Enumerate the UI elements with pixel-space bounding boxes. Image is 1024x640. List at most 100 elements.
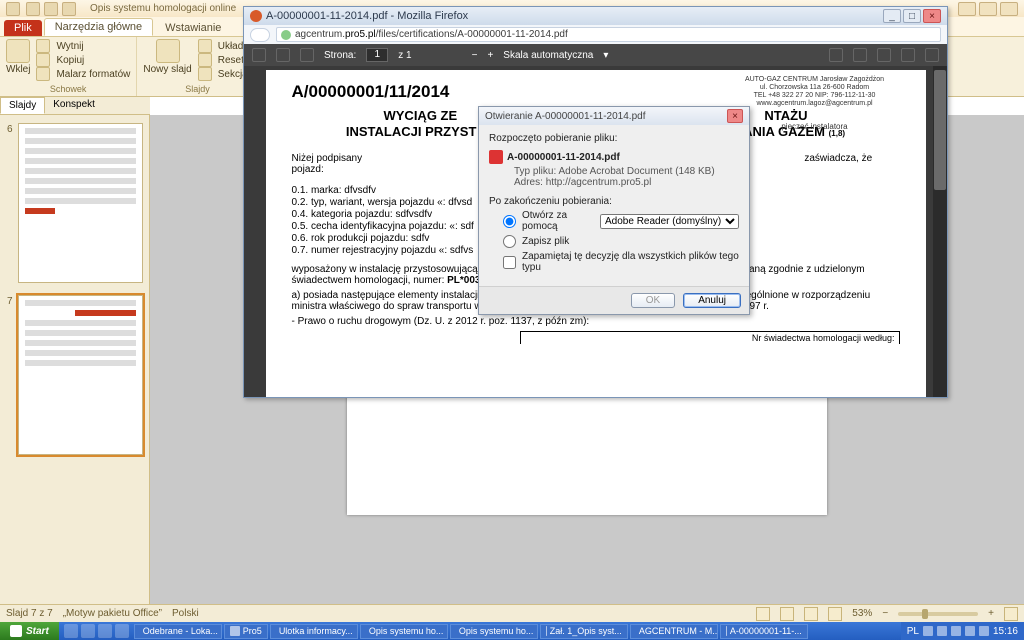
tray-icon[interactable] <box>979 626 989 636</box>
format-painter-icon <box>36 67 50 81</box>
task-button[interactable]: Opis systemu ho... <box>360 624 448 639</box>
firefox-title-text: A-00000001-11-2014.pdf - Mozilla Firefox <box>266 10 468 22</box>
windows-taskbar: Start Odebrane - Loka... Pro5 Ulotka inf… <box>0 622 1024 640</box>
pdf-zoom-out-button[interactable]: − <box>472 50 478 61</box>
pdf-prev-page-icon[interactable] <box>276 48 290 62</box>
tray-lang[interactable]: PL <box>907 626 919 637</box>
dialog-titlebar[interactable]: Otwieranie A-00000001-11-2014.pdf × <box>479 107 749 125</box>
section-icon <box>198 67 212 81</box>
app-icon <box>546 626 547 636</box>
zoom-out-button[interactable]: − <box>882 608 888 619</box>
save-file-radio[interactable]: Zapisz plik <box>503 235 739 248</box>
tray-icon[interactable] <box>937 626 947 636</box>
reset-icon <box>198 53 212 67</box>
ppt-close-icon[interactable] <box>1000 2 1018 16</box>
status-slide-count: Slajd 7 z 7 <box>6 608 53 619</box>
qat-redo-icon[interactable] <box>62 2 76 16</box>
qat-save-icon[interactable] <box>26 2 40 16</box>
view-normal-icon[interactable] <box>756 607 770 621</box>
cut-button[interactable]: Wytnij <box>36 39 130 53</box>
tray-clock[interactable]: 15:16 <box>993 626 1018 637</box>
task-button[interactable]: Pro5 <box>224 624 268 639</box>
task-button[interactable]: Zał. 1_Opis syst... <box>540 624 628 639</box>
qat-undo-icon[interactable] <box>44 2 58 16</box>
dialog-title-text: Otwieranie A-00000001-11-2014.pdf <box>485 111 645 122</box>
view-reading-icon[interactable] <box>804 607 818 621</box>
task-button[interactable]: AGCENTRUM - M... <box>630 624 718 639</box>
pdf-page-label: Strona: <box>324 50 356 61</box>
paste-button[interactable]: Wklej <box>6 39 30 81</box>
zoom-percent[interactable]: 53% <box>852 608 872 619</box>
new-slide-icon <box>156 39 180 63</box>
pdf-file-icon <box>489 150 503 164</box>
download-filename: A-00000001-11-2014.pdf <box>507 152 620 163</box>
status-language[interactable]: Polski <box>172 608 199 619</box>
tab-file[interactable]: Plik <box>4 20 42 36</box>
view-slideshow-icon[interactable] <box>828 607 842 621</box>
slide-thumb-6[interactable]: 6 <box>18 123 143 283</box>
pdf-zoom-in-button[interactable]: + <box>487 50 493 61</box>
pdf-tools-icon[interactable] <box>925 48 939 62</box>
open-with-radio[interactable]: Otwórz za pomocą Adobe Reader (domyślny) <box>503 210 739 232</box>
group-slides-label: Slajdy <box>143 84 251 94</box>
panel-tab-slides[interactable]: Slajdy <box>0 97 45 114</box>
ppt-maximize-icon[interactable] <box>979 2 997 16</box>
pdf-sidebar-toggle-icon[interactable] <box>252 48 266 62</box>
app-icon <box>726 626 727 636</box>
new-slide-button[interactable]: Nowy slajd <box>143 39 191 81</box>
view-sorter-icon[interactable] <box>780 607 794 621</box>
task-button[interactable]: Ulotka informacy... <box>270 624 358 639</box>
pdf-zoom-mode[interactable]: Skala automatyczna <box>503 50 593 61</box>
url-bar[interactable]: agcentrum.pro5.pl/files/certifications/A… <box>276 27 941 42</box>
pdf-presentation-icon[interactable] <box>829 48 843 62</box>
pdf-page-of: z 1 <box>398 50 411 61</box>
ql-icon[interactable] <box>115 624 129 638</box>
open-with-app-select[interactable]: Adobe Reader (domyślny) <box>600 214 739 229</box>
pdf-page-input[interactable]: 1 <box>366 48 388 62</box>
fit-to-window-icon[interactable] <box>1004 607 1018 621</box>
copy-icon <box>36 53 50 67</box>
pdf-scroll-thumb[interactable] <box>934 70 946 190</box>
format-painter-button[interactable]: Malarz formatów <box>36 67 130 81</box>
firefox-maximize-button[interactable]: □ <box>903 9 921 23</box>
tray-icon[interactable] <box>923 626 933 636</box>
pdf-print-icon[interactable] <box>853 48 867 62</box>
pdf-next-page-icon[interactable] <box>300 48 314 62</box>
tray-icon[interactable] <box>965 626 975 636</box>
slide-thumb-7[interactable]: 7 <box>18 295 143 455</box>
pdf-bookmark-icon[interactable] <box>901 48 915 62</box>
firefox-minimize-button[interactable]: _ <box>883 9 901 23</box>
tray-icon[interactable] <box>951 626 961 636</box>
ql-icon[interactable] <box>64 624 78 638</box>
layout-icon <box>198 39 212 53</box>
remember-checkbox[interactable]: Zapamiętaj tę decyzję dla wszystkich pli… <box>503 251 739 273</box>
tab-insert[interactable]: Wstawianie <box>155 20 231 36</box>
tab-home[interactable]: Narzędzia główne <box>44 18 153 36</box>
status-theme: „Motyw pakietu Office” <box>63 608 162 619</box>
task-button[interactable]: Odebrane - Loka... <box>134 624 222 639</box>
firefox-back-button[interactable] <box>250 28 270 42</box>
site-identity-icon <box>281 30 291 40</box>
copy-button[interactable]: Kopiuj <box>36 53 130 67</box>
dialog-cancel-button[interactable]: Anuluj <box>683 293 741 308</box>
task-button[interactable]: A-00000001-11-... <box>720 624 808 639</box>
task-button[interactable]: Opis systemu ho... <box>450 624 538 639</box>
table-header: Nr świadectwa homologacji według: <box>520 331 900 344</box>
zoom-slider[interactable] <box>898 612 978 616</box>
ppt-minimize-icon[interactable] <box>958 2 976 16</box>
ql-icon[interactable] <box>81 624 95 638</box>
firefox-close-button[interactable]: × <box>923 9 941 23</box>
slide-thumbnail-sidebar: 6 7 <box>0 115 150 622</box>
pdf-scrollbar[interactable] <box>933 66 947 397</box>
chevron-down-icon[interactable]: ▾ <box>603 50 608 61</box>
group-clipboard-label: Schowek <box>6 84 130 94</box>
dialog-ok-button[interactable]: OK <box>631 293 675 308</box>
firefox-titlebar[interactable]: A-00000001-11-2014.pdf - Mozilla Firefox… <box>244 7 947 25</box>
dialog-close-button[interactable]: × <box>727 109 743 123</box>
app-icon <box>230 626 240 636</box>
start-button[interactable]: Start <box>0 622 59 640</box>
zoom-in-button[interactable]: + <box>988 608 994 619</box>
ql-icon[interactable] <box>98 624 112 638</box>
panel-tab-outline[interactable]: Konspekt <box>45 97 103 114</box>
pdf-download-icon[interactable] <box>877 48 891 62</box>
